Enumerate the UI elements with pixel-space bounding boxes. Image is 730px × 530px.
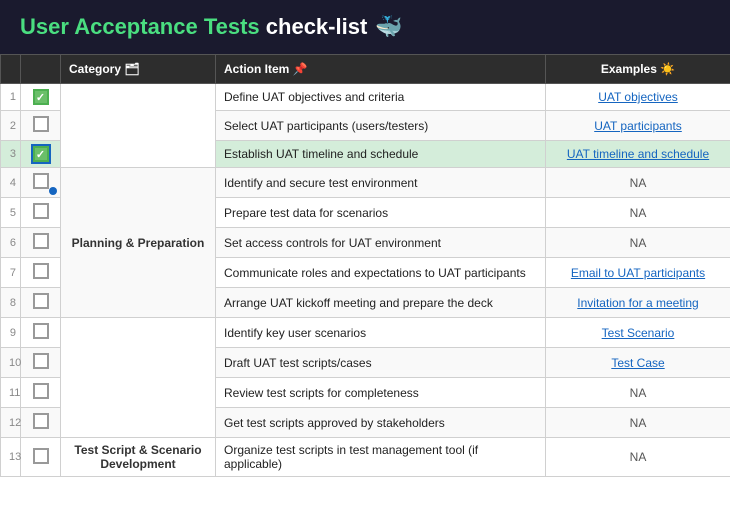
- example-cell[interactable]: Test Case: [546, 348, 730, 378]
- checkbox-cell[interactable]: [21, 228, 61, 258]
- col-action-header: Action Item 📌: [216, 55, 546, 84]
- category-cell: [61, 84, 216, 168]
- checkbox[interactable]: [33, 263, 49, 279]
- app-header: User Acceptance Tests check-list 🐳: [0, 0, 730, 54]
- row-number: 1: [1, 84, 21, 111]
- table-row: 9 Identify key user scenarios Test Scenari…: [1, 318, 730, 348]
- example-cell: NA: [546, 438, 730, 477]
- checkbox[interactable]: [33, 448, 49, 464]
- checkbox-cell[interactable]: [21, 438, 61, 477]
- example-cell: NA: [546, 168, 730, 198]
- checkbox-cell[interactable]: [21, 258, 61, 288]
- example-cell[interactable]: UAT participants: [546, 111, 730, 141]
- row-number: 3: [1, 141, 21, 168]
- action-item: Communicate roles and expectations to UA…: [216, 258, 546, 288]
- action-item: Identify and secure test environment: [216, 168, 546, 198]
- col-num-header: [1, 55, 21, 84]
- row-number: 6: [1, 228, 21, 258]
- table-header-row: Category 🗂 Action Item 📌 Examples ☀️: [1, 55, 730, 84]
- table-wrapper: Category 🗂 Action Item 📌 Examples ☀️ 1 De…: [0, 54, 730, 530]
- checkbox[interactable]: [33, 203, 49, 219]
- action-item: Draft UAT test scripts/cases: [216, 348, 546, 378]
- checkbox[interactable]: [33, 323, 49, 339]
- page-title: User Acceptance Tests check-list: [20, 14, 367, 40]
- checkbox-cell[interactable]: [21, 111, 61, 141]
- checkbox-cell[interactable]: [21, 168, 61, 198]
- row-number: 11: [1, 378, 21, 408]
- action-item: Organize test scripts in test management…: [216, 438, 546, 477]
- checkbox-cell[interactable]: [21, 141, 61, 168]
- checkbox[interactable]: [33, 413, 49, 429]
- action-item: Define UAT objectives and criteria: [216, 84, 546, 111]
- col-check-header: [21, 55, 61, 84]
- row-number: 12: [1, 408, 21, 438]
- checkbox[interactable]: [33, 383, 49, 399]
- example-link[interactable]: Email to UAT participants: [571, 266, 705, 280]
- checkbox[interactable]: [33, 353, 49, 369]
- example-link[interactable]: UAT objectives: [598, 90, 678, 104]
- action-item: Review test scripts for completeness: [216, 378, 546, 408]
- action-item: Identify key user scenarios: [216, 318, 546, 348]
- checkbox-cell[interactable]: [21, 378, 61, 408]
- table-row: 4Planning & PreparationIdentify and secu…: [1, 168, 730, 198]
- row-number: 13: [1, 438, 21, 477]
- checkbox[interactable]: [33, 116, 49, 132]
- row-number: 8: [1, 288, 21, 318]
- category-cell: Test Script & Scenario Development: [61, 438, 216, 477]
- example-link[interactable]: Test Scenario: [602, 326, 675, 340]
- example-link[interactable]: UAT timeline and schedule: [567, 147, 709, 161]
- category-cell: [61, 318, 216, 438]
- example-cell: NA: [546, 378, 730, 408]
- checkbox-cell[interactable]: [21, 84, 61, 111]
- action-item: Get test scripts approved by stakeholder…: [216, 408, 546, 438]
- checkbox[interactable]: [33, 293, 49, 309]
- col-examples-header: Examples ☀️: [546, 55, 730, 84]
- row-number: 5: [1, 198, 21, 228]
- example-cell[interactable]: Email to UAT participants: [546, 258, 730, 288]
- action-item: Prepare test data for scenarios: [216, 198, 546, 228]
- table-row: 13 Test Script & Scenario DevelopmentOrga…: [1, 438, 730, 477]
- example-cell: NA: [546, 408, 730, 438]
- col-category-header: Category 🗂: [61, 55, 216, 84]
- example-cell: NA: [546, 228, 730, 258]
- checkbox-cell[interactable]: [21, 348, 61, 378]
- checkbox-cell[interactable]: [21, 408, 61, 438]
- action-item: Select UAT participants (users/testers): [216, 111, 546, 141]
- row-number: 7: [1, 258, 21, 288]
- checklist-table: Category 🗂 Action Item 📌 Examples ☀️ 1 De…: [0, 54, 730, 477]
- row-number: 9: [1, 318, 21, 348]
- example-link[interactable]: Invitation for a meeting: [577, 296, 698, 310]
- action-item: Arrange UAT kickoff meeting and prepare …: [216, 288, 546, 318]
- action-item: Set access controls for UAT environment: [216, 228, 546, 258]
- example-link[interactable]: UAT participants: [594, 119, 682, 133]
- checkbox-cell[interactable]: [21, 288, 61, 318]
- checkbox[interactable]: [33, 173, 49, 189]
- example-cell[interactable]: UAT objectives: [546, 84, 730, 111]
- checkbox-cell[interactable]: [21, 198, 61, 228]
- row-number: 10: [1, 348, 21, 378]
- example-cell[interactable]: Invitation for a meeting: [546, 288, 730, 318]
- checkbox[interactable]: [33, 233, 49, 249]
- category-cell: Planning & Preparation: [61, 168, 216, 318]
- checkbox[interactable]: [33, 146, 49, 162]
- example-cell: NA: [546, 198, 730, 228]
- checkbox-cell[interactable]: [21, 318, 61, 348]
- checkbox[interactable]: [33, 89, 49, 105]
- row-number: 4: [1, 168, 21, 198]
- header-emoji: 🐳: [375, 14, 402, 40]
- action-item: Establish UAT timeline and schedule: [216, 141, 546, 168]
- example-link[interactable]: Test Case: [611, 356, 664, 370]
- row-number: 2: [1, 111, 21, 141]
- table-row: 1 Define UAT objectives and criteria UAT o…: [1, 84, 730, 111]
- example-cell[interactable]: Test Scenario: [546, 318, 730, 348]
- example-cell[interactable]: UAT timeline and schedule: [546, 141, 730, 168]
- cursor-dot: [49, 187, 57, 195]
